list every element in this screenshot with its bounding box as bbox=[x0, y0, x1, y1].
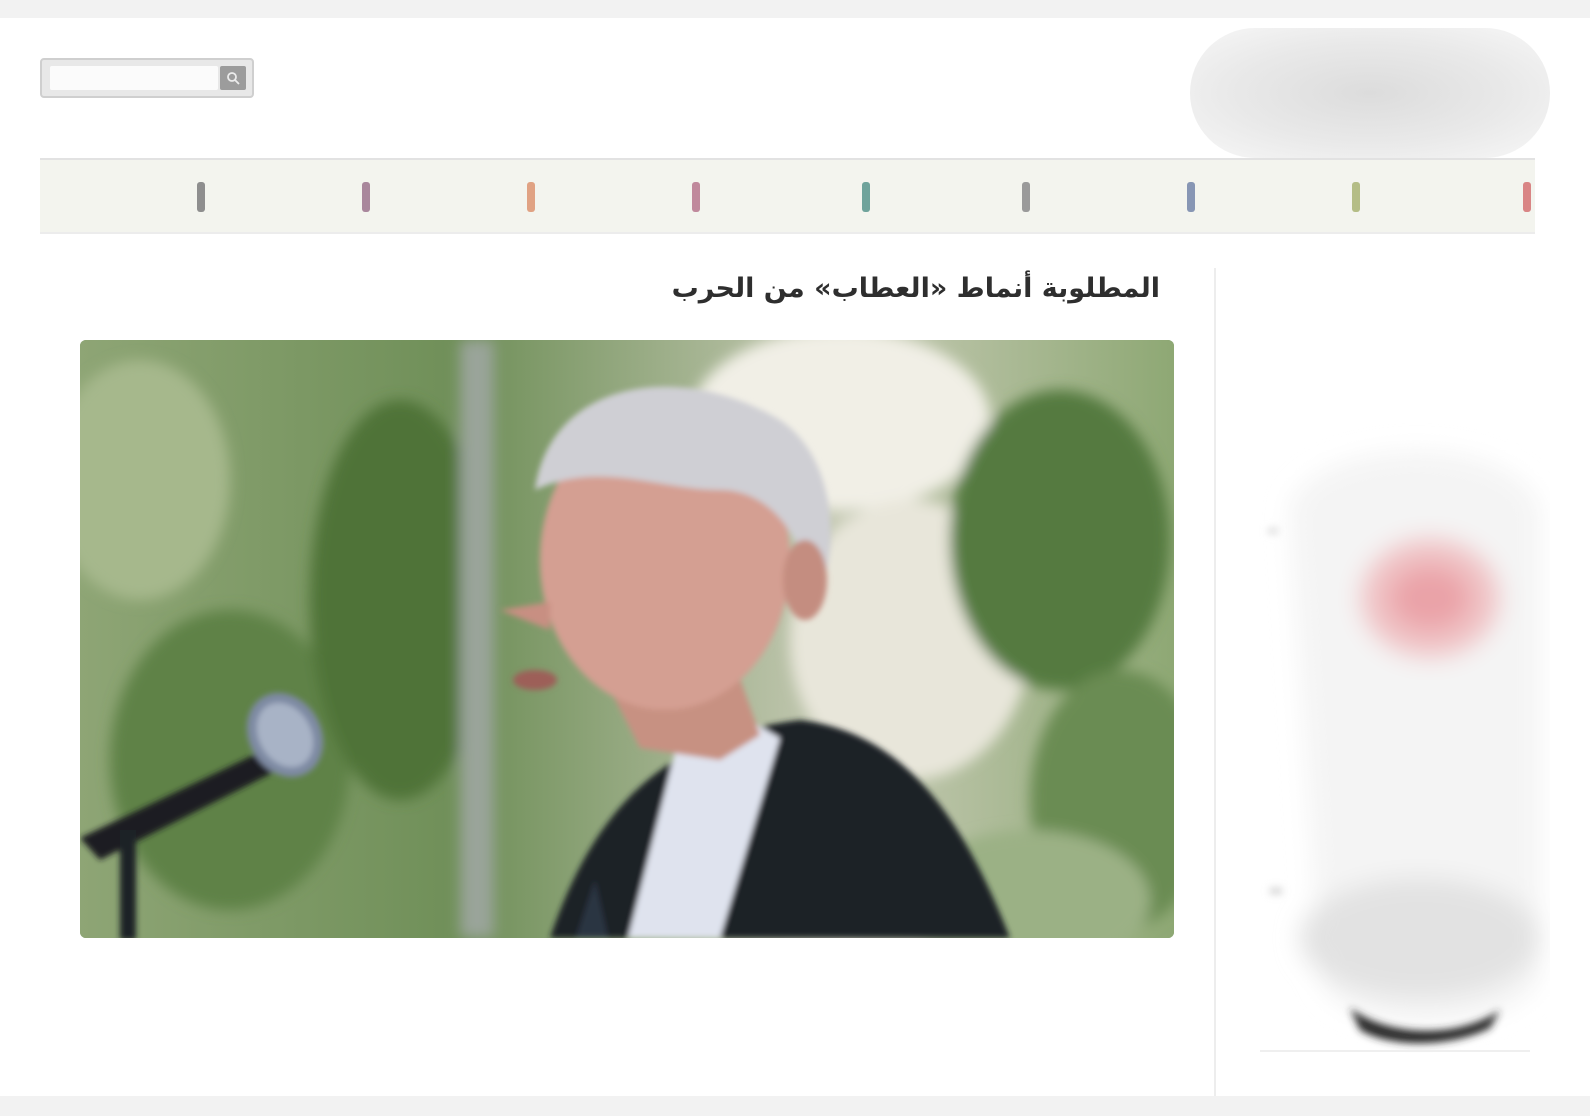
main-nav bbox=[40, 158, 1535, 234]
nav-color-bar bbox=[1352, 182, 1360, 212]
nav-color-bar bbox=[862, 182, 870, 212]
photo-illustration bbox=[80, 340, 1174, 938]
nav-item-7[interactable] bbox=[521, 182, 535, 212]
nav-color-bar bbox=[362, 182, 370, 212]
nav-color-bar bbox=[692, 182, 700, 212]
site-logo[interactable] bbox=[1190, 28, 1550, 158]
nav-color-bar bbox=[1187, 182, 1195, 212]
article-headline[interactable]: المطلوبة أنماط «العطاب» من الحرب bbox=[540, 273, 1160, 313]
search-box bbox=[40, 58, 254, 98]
search-icon bbox=[227, 72, 240, 85]
article-photo[interactable] bbox=[80, 340, 1174, 938]
nav-color-bar bbox=[197, 182, 205, 212]
nav-item-5[interactable] bbox=[856, 182, 870, 212]
sidebar-ad[interactable] bbox=[1250, 418, 1550, 1058]
nav-color-bar bbox=[1523, 182, 1531, 212]
nav-item-6[interactable] bbox=[686, 182, 700, 212]
sidebar-ad-illustration bbox=[1268, 451, 1540, 1044]
nav-item-4[interactable] bbox=[1016, 182, 1030, 212]
page: المطلوبة أنماط «العطاب» من الحرب bbox=[0, 18, 1590, 1096]
nav-item-3[interactable] bbox=[1181, 182, 1195, 212]
search-button[interactable] bbox=[220, 66, 246, 90]
nav-color-bar bbox=[527, 182, 535, 212]
nav-color-bar bbox=[1022, 182, 1030, 212]
nav-item-1[interactable] bbox=[1517, 182, 1531, 212]
nav-item-2[interactable] bbox=[1346, 182, 1360, 212]
nav-item-9[interactable] bbox=[191, 182, 205, 212]
nav-item-8[interactable] bbox=[356, 182, 370, 212]
sidebar-divider bbox=[1260, 1050, 1530, 1052]
column-divider bbox=[1214, 268, 1216, 1096]
search-input[interactable] bbox=[50, 66, 218, 90]
